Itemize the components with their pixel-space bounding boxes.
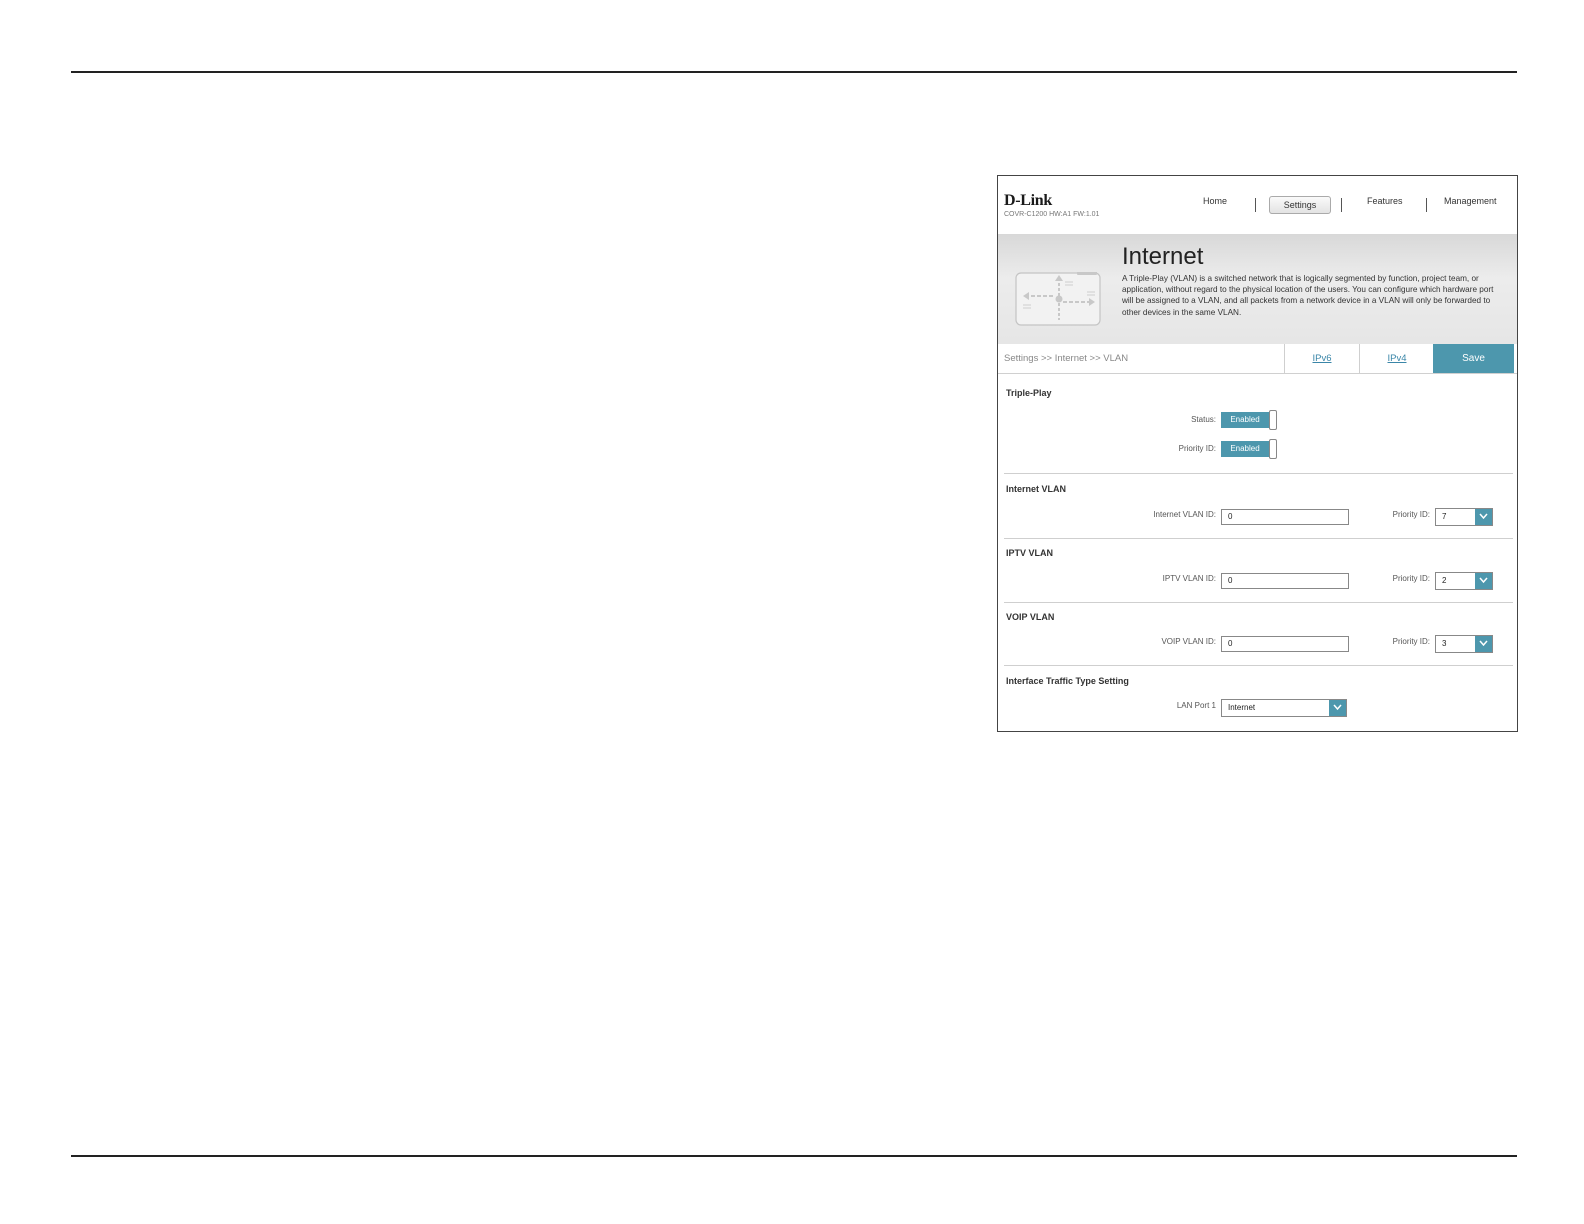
voip-vlan-id-label: VOIP VLAN ID: [1161,637,1216,646]
page-bottom-rule [71,1155,1517,1157]
iptv-vlan-id-label: IPTV VLAN ID: [1162,574,1216,583]
section-title-iptv-vlan: IPTV VLAN [1006,548,1054,558]
section-title-voip-vlan: VOIP VLAN [1006,612,1055,622]
ipv6-link[interactable]: IPv6 [1284,344,1359,373]
breadcrumb-toolbar: Settings >> Internet >> VLAN IPv6 IPv4 S… [998,344,1517,374]
lan-port-1-select[interactable]: Internet [1221,699,1347,717]
status-toggle-value: Enabled [1221,412,1269,428]
router-ui-screenshot: D-Link COVR-C1200 HW:A1 FW:1.01 Home Set… [997,175,1518,732]
iptv-priority-id-select[interactable]: 2 [1435,572,1493,590]
voip-vlan-id-input[interactable]: 0 [1221,636,1349,652]
ipv4-link[interactable]: IPv4 [1359,344,1434,373]
toggle-knob [1269,410,1277,430]
chevron-down-icon [1329,700,1346,716]
internet-vlan-id-input[interactable]: 0 [1221,509,1349,525]
internet-vlan-id-label: Internet VLAN ID: [1153,510,1216,519]
section-title-internet-vlan: Internet VLAN [1006,484,1067,494]
internet-priority-id-value: 7 [1442,512,1447,521]
network-switch-icon [1015,272,1101,326]
section-divider [1004,602,1513,603]
status-toggle[interactable]: Enabled [1221,410,1278,430]
chevron-down-icon [1475,636,1492,652]
voip-priority-id-value: 3 [1442,639,1447,648]
dlink-logo: D-Link [1004,192,1052,209]
status-label: Status: [1191,415,1216,424]
section-divider [1004,665,1513,666]
section-divider [1004,473,1513,474]
nav-separator [1426,198,1427,212]
internet-priority-id-label: Priority ID: [1392,510,1430,519]
priority-id-toggle[interactable]: Enabled [1221,439,1278,459]
iptv-vlan-id-input[interactable]: 0 [1221,573,1349,589]
priority-id-label: Priority ID: [1178,444,1216,453]
model-firmware-info: COVR-C1200 HW:A1 FW:1.01 [1004,211,1100,218]
section-title-interface-traffic: Interface Traffic Type Setting [1006,676,1129,686]
save-button[interactable]: Save [1433,344,1514,373]
section-title-triple-play: Triple-Play [1006,388,1052,398]
nav-separator [1255,198,1256,212]
internet-priority-id-select[interactable]: 7 [1435,508,1493,526]
chevron-down-icon [1475,573,1492,589]
voip-priority-id-select[interactable]: 3 [1435,635,1493,653]
nav-management[interactable]: Management [1444,196,1497,206]
breadcrumb: Settings >> Internet >> VLAN [1004,353,1129,364]
iptv-priority-id-value: 2 [1442,576,1447,585]
priority-id-toggle-value: Enabled [1221,441,1269,457]
iptv-priority-id-label: Priority ID: [1392,574,1430,583]
chevron-down-icon [1475,509,1492,525]
toggle-knob [1269,439,1277,459]
nav-settings[interactable]: Settings [1269,196,1331,214]
page-top-rule [71,71,1517,73]
page-description: A Triple-Play (VLAN) is a switched netwo… [1122,274,1494,317]
page-banner: Internet A Triple-Play (VLAN) is a switc… [998,234,1517,344]
nav-features[interactable]: Features [1367,196,1403,206]
nav-separator [1341,198,1342,212]
voip-priority-id-label: Priority ID: [1392,637,1430,646]
top-header: D-Link COVR-C1200 HW:A1 FW:1.01 Home Set… [998,176,1517,235]
section-divider [1004,538,1513,539]
page-title: Internet [1122,243,1204,270]
nav-home[interactable]: Home [1203,196,1227,206]
lan-port-1-value: Internet [1228,703,1256,712]
lan-port-1-label: LAN Port 1 [1176,701,1216,710]
